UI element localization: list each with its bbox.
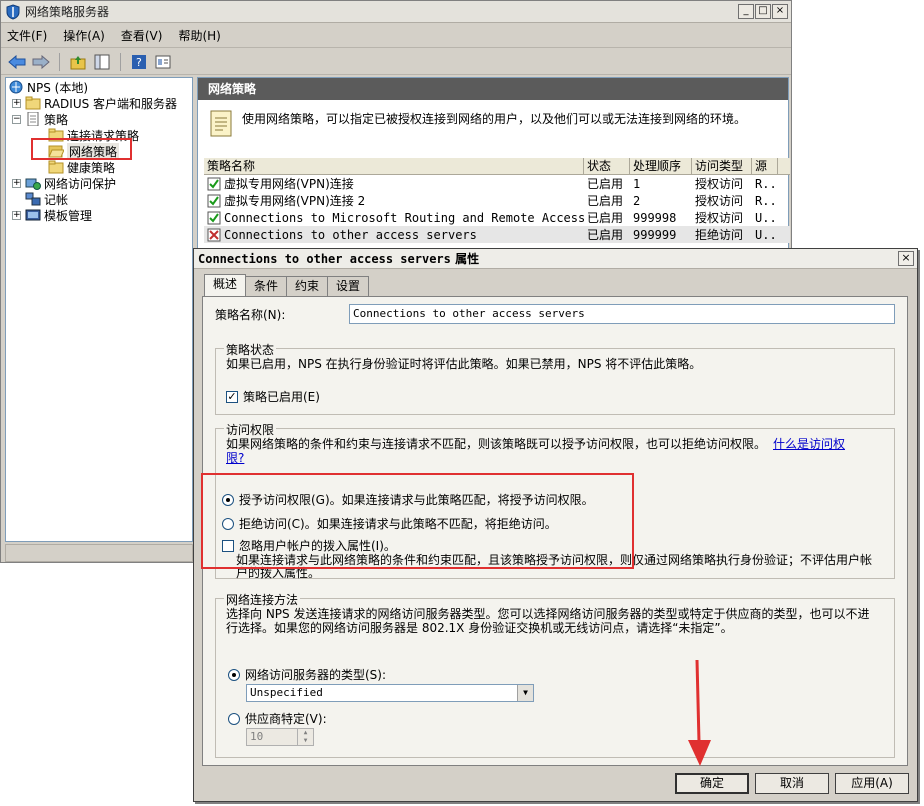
tab-overview[interactable]: 概述 <box>204 274 247 296</box>
annotation-arrow <box>688 659 711 766</box>
